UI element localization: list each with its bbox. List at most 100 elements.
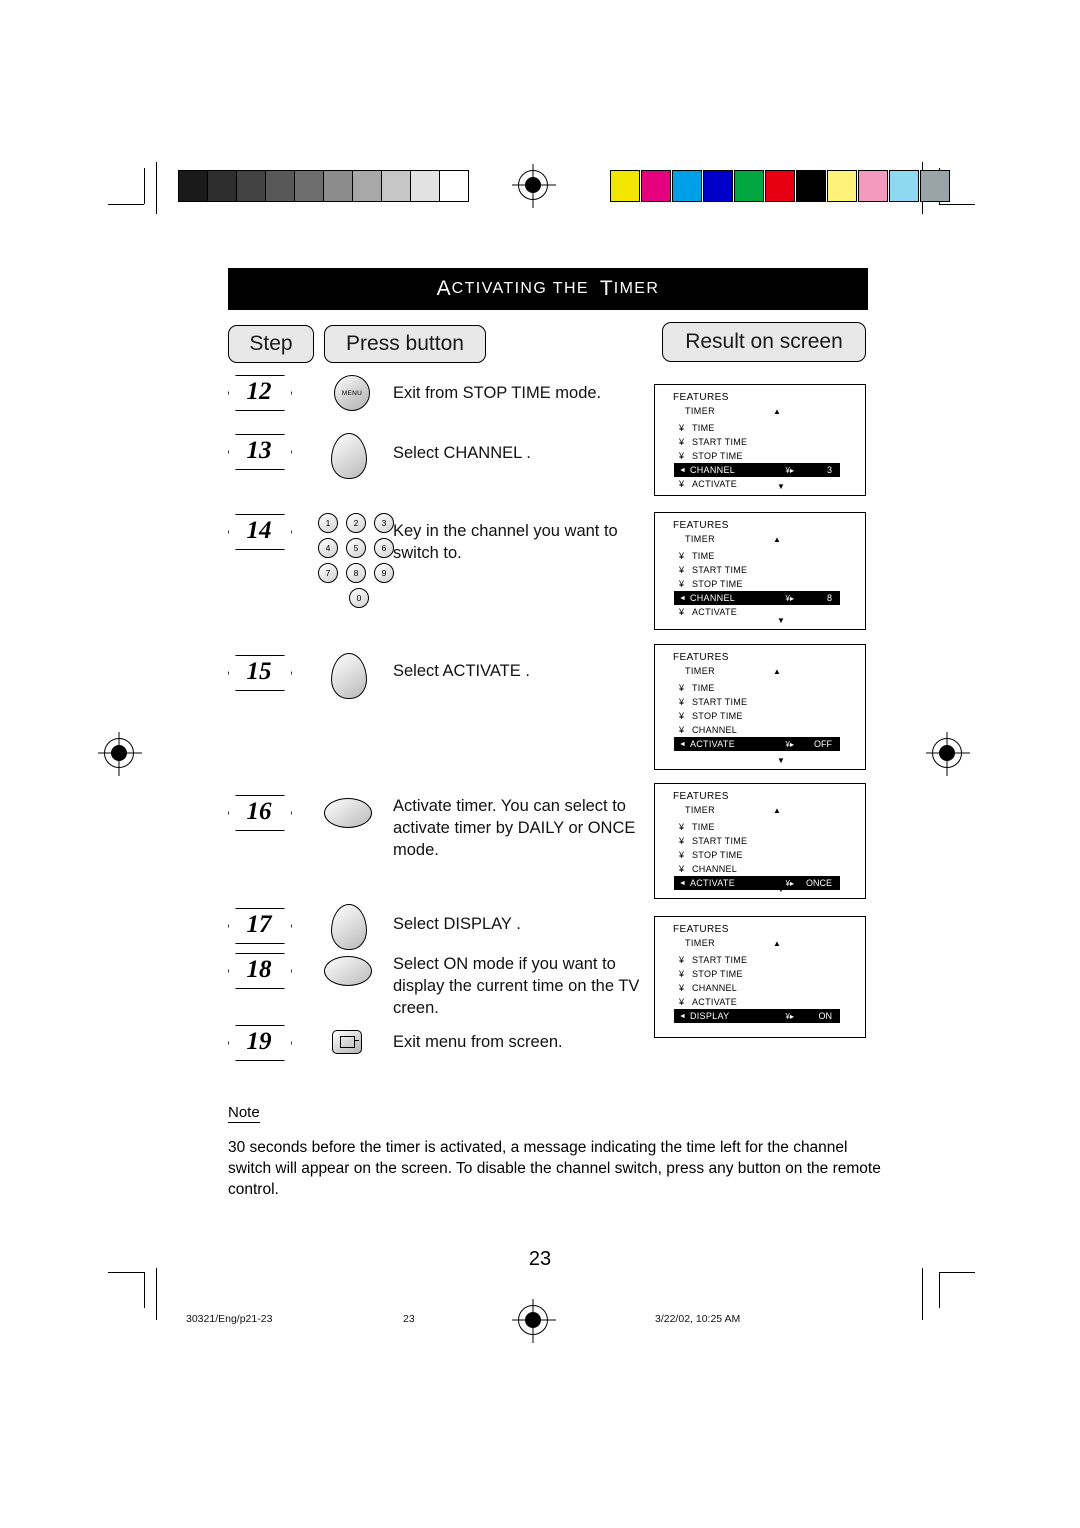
step-number-19-label: 19 bbox=[246, 1028, 272, 1055]
osd-item-label: ACTIVATE bbox=[692, 997, 738, 1007]
right-arrow-icon[interactable]: ¥▸ bbox=[786, 594, 794, 603]
osd-menu-item-stop-time[interactable]: ¥ STOP TIME bbox=[679, 449, 849, 463]
osd-item-label: CHANNEL bbox=[692, 983, 738, 993]
osd-menu-item-activate[interactable]: ◄ ACTIVATE ¥▸ ONCE bbox=[674, 876, 840, 890]
osd-menu-item-channel[interactable]: ¥ CHANNEL bbox=[679, 981, 849, 995]
menu-button[interactable]: MENU bbox=[334, 375, 370, 411]
osd-item-label: ACTIVATE bbox=[692, 479, 738, 489]
osd-item-label: STOP TIME bbox=[692, 451, 743, 461]
step-16-description: Activate timer. You can select to activa… bbox=[393, 797, 636, 859]
note-heading: Note bbox=[228, 1104, 260, 1123]
step-number-17: 17 bbox=[228, 908, 290, 942]
section-title-ctivating: CTIVATING THE bbox=[451, 280, 589, 297]
step-12-description: Exit from STOP TIME mode. bbox=[393, 384, 602, 402]
osd-item-label: TIME bbox=[692, 423, 715, 433]
osd-item-label: STOP TIME bbox=[692, 579, 743, 589]
key-0[interactable]: 0 bbox=[349, 588, 369, 608]
key-9[interactable]: 9 bbox=[374, 563, 394, 583]
registration-mark-bottom bbox=[518, 1305, 548, 1335]
osd-item-value: ONCE bbox=[805, 878, 832, 888]
cursor-marker-icon: ¥ bbox=[679, 997, 685, 1007]
osd-menu-item-channel[interactable]: ◄ CHANNEL ¥▸ 3 bbox=[674, 463, 840, 477]
osd-screen-5: FEATURES TIMER ¥ START TIME ¥ STOP TIME ¥ CHANN… bbox=[654, 916, 866, 1038]
osd-menu-item-activate[interactable]: ¥ ACTIVATE bbox=[679, 995, 849, 1009]
osd-menu-item-time[interactable]: ¥ TIME bbox=[679, 820, 849, 834]
cursor-select-button-15[interactable] bbox=[331, 653, 367, 699]
cursor-marker-icon: ¥ bbox=[679, 579, 685, 589]
osd-menu-item-start-time[interactable]: ¥ START TIME bbox=[679, 435, 849, 449]
left-arrow-icon[interactable]: ◄ bbox=[679, 595, 686, 602]
menu-button-label: MENU bbox=[341, 389, 363, 397]
osd-menu-item-activate[interactable]: ◄ ACTIVATE ¥▸ OFF bbox=[674, 737, 840, 751]
column-header-result: Result on screen bbox=[662, 322, 866, 362]
osd-menu-item-channel[interactable]: ¥ CHANNEL bbox=[679, 862, 849, 876]
cursor-marker-icon: ¥ bbox=[679, 683, 685, 693]
step-number-14: 14 bbox=[228, 514, 290, 548]
step-number-12: 12 bbox=[228, 375, 290, 409]
grayscale-bar-1 bbox=[208, 171, 237, 201]
osd-menu-item-channel[interactable]: ◄ CHANNEL ¥▸ 8 bbox=[674, 591, 840, 605]
cursor-select-button-17[interactable] bbox=[331, 904, 367, 950]
osd-menu-item-activate[interactable]: ¥ ACTIVATE bbox=[679, 605, 849, 619]
right-arrow-icon[interactable]: ¥▸ bbox=[786, 879, 794, 888]
left-arrow-icon[interactable]: ◄ bbox=[679, 880, 686, 887]
color-bar-1 bbox=[641, 170, 671, 202]
right-arrow-icon[interactable]: ¥▸ bbox=[786, 466, 794, 475]
osd-menu-item-start-time[interactable]: ¥ START TIME bbox=[679, 695, 849, 709]
step-19-description: Exit menu from screen. bbox=[393, 1033, 563, 1051]
osd-menu-item-display[interactable]: ◄ DISPLAY ¥▸ ON bbox=[674, 1009, 840, 1023]
right-arrow-icon[interactable]: ¥▸ bbox=[786, 1012, 794, 1021]
adjust-button-16[interactable] bbox=[324, 798, 372, 828]
key-1[interactable]: 1 bbox=[318, 513, 338, 533]
osd-menu-item-start-time[interactable]: ¥ START TIME bbox=[679, 953, 849, 967]
key-3[interactable]: 3 bbox=[374, 513, 394, 533]
osd-menu-item-activate[interactable]: ¥ ACTIVATE bbox=[679, 477, 849, 491]
key-4[interactable]: 4 bbox=[318, 538, 338, 558]
osd-menu-item-time[interactable]: ¥ TIME bbox=[679, 421, 849, 435]
osd-menu-item-start-time[interactable]: ¥ START TIME bbox=[679, 563, 849, 577]
scroll-up-icon: ▲ bbox=[773, 806, 781, 815]
page-number: 23 bbox=[528, 1248, 552, 1270]
left-arrow-icon[interactable]: ◄ bbox=[679, 1013, 686, 1020]
osd-item-label: TIME bbox=[692, 822, 715, 832]
osd-item-label: STOP TIME bbox=[692, 711, 743, 721]
key-6[interactable]: 6 bbox=[374, 538, 394, 558]
osd-menu-item-stop-time[interactable]: ¥ STOP TIME bbox=[679, 848, 849, 862]
left-arrow-icon[interactable]: ◄ bbox=[679, 467, 686, 474]
osd-menu-item-stop-time[interactable]: ¥ STOP TIME bbox=[679, 709, 849, 723]
footer-right: 3/22/02, 10:25 AM bbox=[655, 1313, 741, 1325]
cursor-marker-icon: ¥ bbox=[679, 955, 685, 965]
right-arrow-icon[interactable]: ¥▸ bbox=[786, 740, 794, 749]
osd-menu-item-stop-time[interactable]: ¥ STOP TIME bbox=[679, 967, 849, 981]
step-number-15-label: 15 bbox=[246, 658, 272, 685]
adjust-button-18[interactable] bbox=[324, 956, 372, 986]
section-title: A CTIVATING THE T IMER bbox=[228, 268, 868, 310]
cursor-select-button-13[interactable] bbox=[331, 433, 367, 479]
osd-item-label: TIME bbox=[692, 683, 715, 693]
footer-left: 30321/Eng/p21-23 bbox=[186, 1313, 273, 1325]
color-bar-3 bbox=[703, 170, 733, 202]
grayscale-bar-3 bbox=[266, 171, 295, 201]
osd-screen-2: FEATURES TIMER ¥ TIME ¥ START TIME ¥ STOP TIME ◄… bbox=[654, 512, 866, 630]
trim-rule-left-bottom bbox=[156, 1268, 157, 1320]
osd-item-label: START TIME bbox=[692, 836, 748, 846]
osd-menu-item-channel[interactable]: ¥ CHANNEL bbox=[679, 723, 849, 737]
exit-button[interactable] bbox=[332, 1030, 362, 1054]
osd-menu-item-stop-time[interactable]: ¥ STOP TIME bbox=[679, 577, 849, 591]
cursor-marker-icon: ¥ bbox=[679, 850, 685, 860]
key-7[interactable]: 7 bbox=[318, 563, 338, 583]
exit-icon bbox=[339, 1036, 359, 1048]
key-5[interactable]: 5 bbox=[346, 538, 366, 558]
keypad-row: 1 2 3 bbox=[318, 513, 402, 533]
color-bar-9 bbox=[889, 170, 919, 202]
osd-menu-item-time[interactable]: ¥ TIME bbox=[679, 681, 849, 695]
grayscale-bar-4 bbox=[295, 171, 324, 201]
left-arrow-icon[interactable]: ◄ bbox=[679, 741, 686, 748]
numeric-keypad[interactable]: 1 2 3 4 5 6 7 8 9 0 bbox=[318, 513, 402, 613]
osd-menu-item-start-time[interactable]: ¥ START TIME bbox=[679, 834, 849, 848]
osd-menu-item-time[interactable]: ¥ TIME bbox=[679, 549, 849, 563]
step-15-description: Select ACTIVATE . bbox=[393, 662, 530, 680]
column-header-step: Step bbox=[228, 325, 314, 363]
key-2[interactable]: 2 bbox=[346, 513, 366, 533]
key-8[interactable]: 8 bbox=[346, 563, 366, 583]
